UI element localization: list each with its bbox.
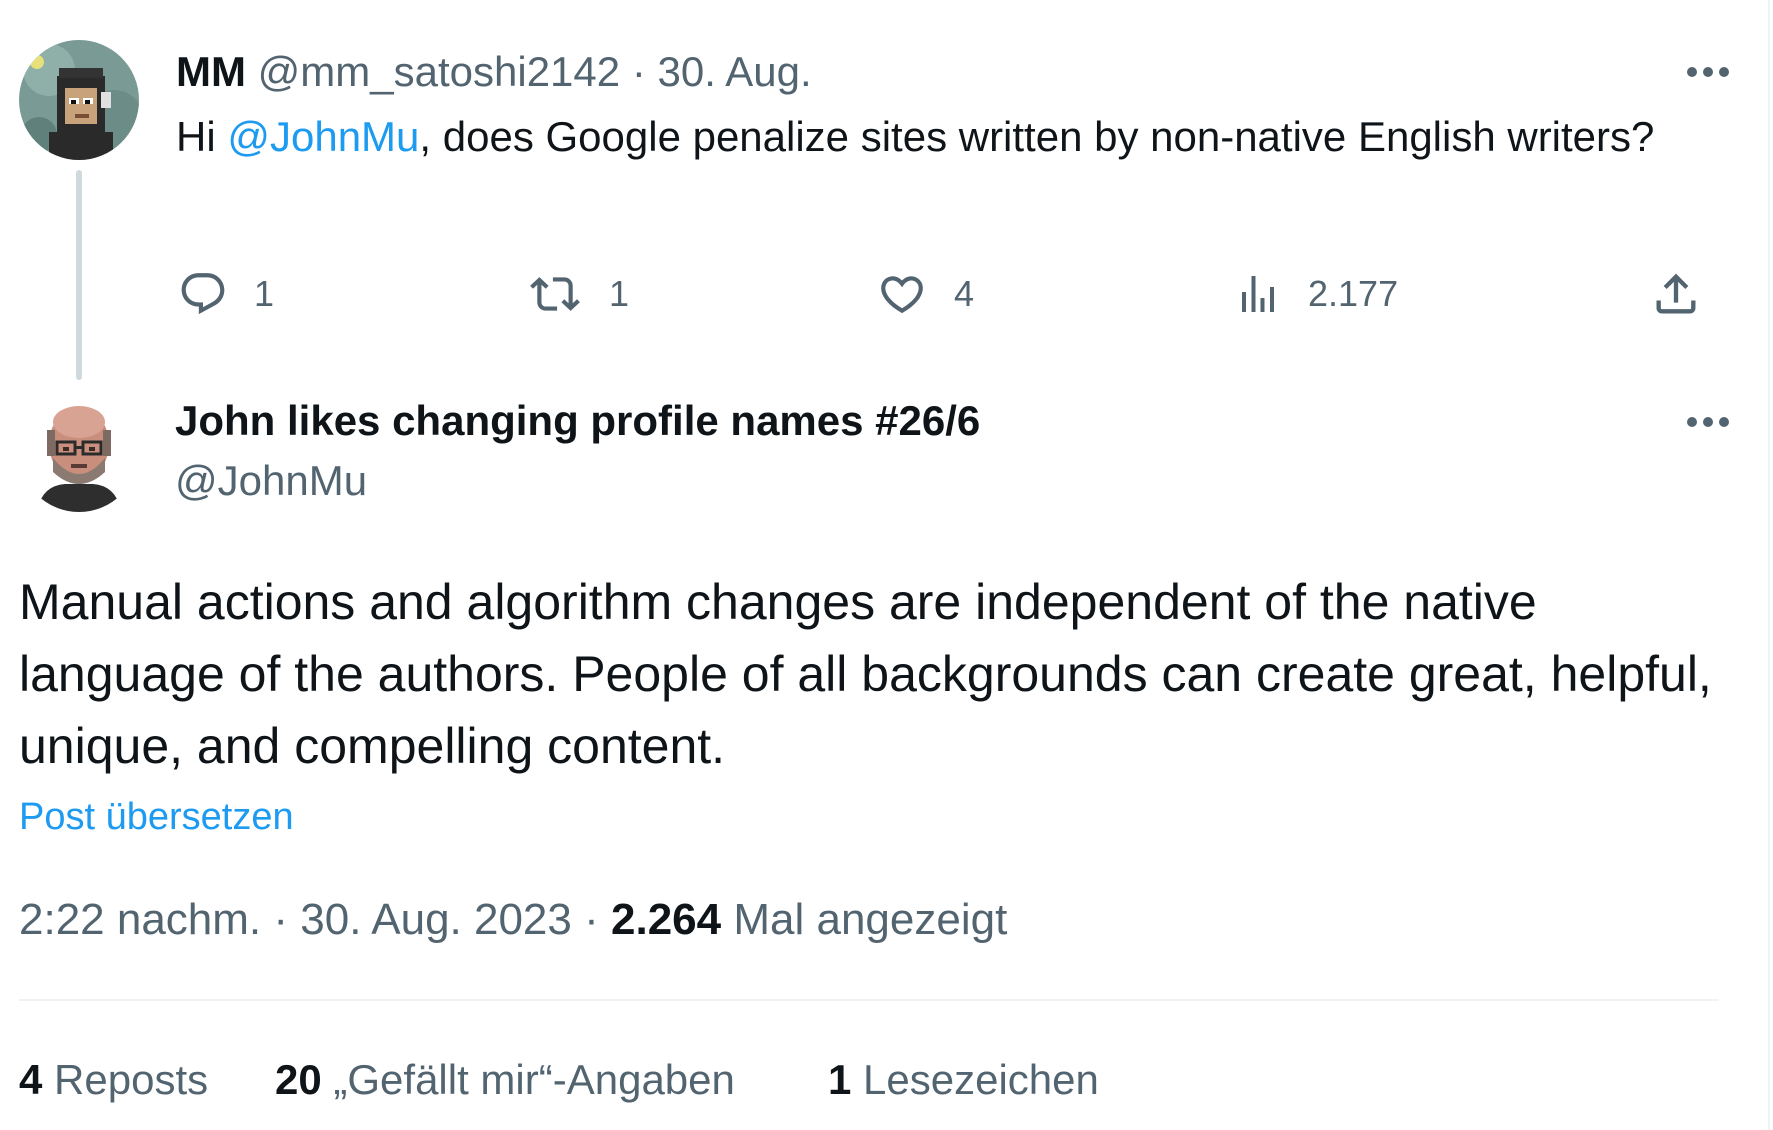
bookmarks-count: 1 <box>828 1056 852 1103</box>
avatar-image <box>19 392 139 512</box>
parent-header: MM @mm_satoshi2142 · 30. Aug. <box>176 44 812 100</box>
parent-handle[interactable]: @mm_satoshi2142 <box>258 48 620 95</box>
parent-more-button[interactable] <box>1678 52 1738 92</box>
like-count: 4 <box>954 273 975 314</box>
avatar-mm[interactable] <box>19 40 139 160</box>
reply-more-button[interactable] <box>1678 402 1738 442</box>
views-button[interactable]: 2.177 <box>1234 264 1398 324</box>
reply-handle[interactable]: @JohnMu <box>175 453 367 509</box>
post-date[interactable]: 30. Aug. 2023 <box>300 895 572 944</box>
likes-stat[interactable]: 20 „Gefällt mir“-Angaben <box>275 1052 735 1108</box>
likes-label: „Gefällt mir“-Angaben <box>333 1056 735 1103</box>
parent-display-name[interactable]: MM <box>176 48 246 95</box>
view-label: Mal angezeigt <box>733 895 1008 944</box>
repost-count: 1 <box>609 273 630 314</box>
parent-date[interactable]: 30. Aug. <box>657 48 811 95</box>
text-suffix: , does Google penalize sites written by … <box>419 113 1655 160</box>
reply-button[interactable]: 1 <box>178 264 274 324</box>
share-icon <box>1656 273 1696 314</box>
analytics-icon <box>1242 276 1274 312</box>
text-prefix: Hi <box>176 113 228 160</box>
more-icon <box>1687 417 1729 427</box>
avatar-image <box>19 40 139 160</box>
timeline-border <box>1768 0 1770 1130</box>
reply-count: 1 <box>254 273 275 314</box>
mention-link[interactable]: @JohnMu <box>227 113 419 160</box>
bookmarks-label: Lesezeichen <box>863 1056 1099 1103</box>
meta-separator: · <box>273 895 289 944</box>
reposts-count: 4 <box>19 1056 43 1103</box>
translate-post-link[interactable]: Post übersetzen <box>19 792 294 842</box>
avatar-johnmu[interactable] <box>19 392 139 512</box>
repost-button[interactable]: 1 <box>527 264 629 324</box>
reply-icon <box>181 273 225 315</box>
view-count: 2.264 <box>611 895 722 944</box>
parent-tweet-text: Hi @JohnMu, does Google penalize sites w… <box>176 107 1656 167</box>
repost-icon <box>530 277 580 311</box>
header-separator: · <box>631 48 646 95</box>
like-button[interactable]: 4 <box>876 264 974 324</box>
post-time[interactable]: 2:22 nachm. <box>19 895 261 944</box>
stats-divider <box>19 999 1719 1001</box>
heart-icon <box>881 276 923 314</box>
share-button[interactable] <box>1650 264 1702 324</box>
thread-connector <box>76 170 82 380</box>
more-icon <box>1687 67 1729 77</box>
reposts-label: Reposts <box>54 1056 209 1103</box>
views-count: 2.177 <box>1308 273 1399 314</box>
reposts-stat[interactable]: 4 Reposts <box>19 1052 208 1108</box>
tweet-metadata: 2:22 nachm. · 30. Aug. 2023 · 2.264 Mal … <box>19 892 1007 948</box>
reply-tweet-text: Manual actions and algorithm changes are… <box>19 574 1712 774</box>
likes-count: 20 <box>275 1056 322 1103</box>
bookmarks-stat[interactable]: 1 Lesezeichen <box>828 1052 1099 1108</box>
reply-display-name[interactable]: John likes changing profile names #26/6 <box>175 393 980 449</box>
meta-separator: · <box>584 895 599 944</box>
